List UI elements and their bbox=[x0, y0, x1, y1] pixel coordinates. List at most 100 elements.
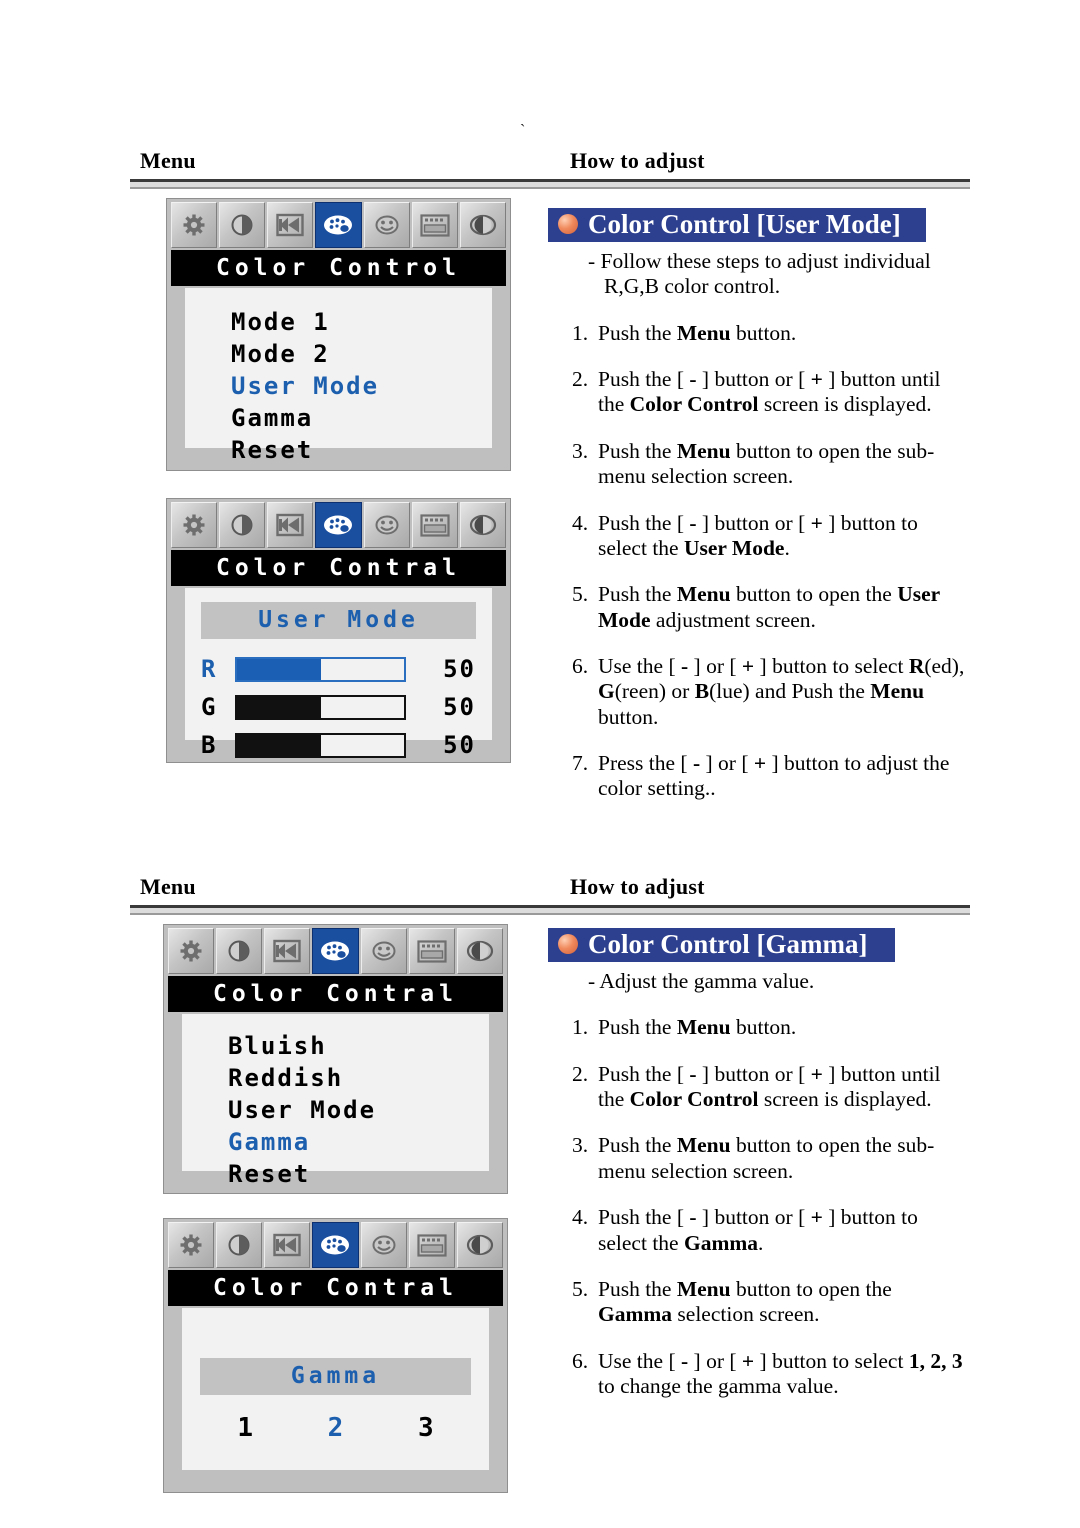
list-item[interactable]: Bluish bbox=[228, 1034, 489, 1066]
step-text: Push the [ - ] button or [ + ] button to… bbox=[598, 1205, 918, 1255]
step-item: 7. Press the [ - ] or [ + ] button to adj… bbox=[572, 751, 967, 802]
osd-section-heading: User Mode bbox=[201, 602, 476, 639]
osd-content: Bluish Reddish User Mode Gamma Reset bbox=[182, 1014, 489, 1186]
smiley-icon[interactable] bbox=[360, 1222, 407, 1268]
menu-column-label: Menu bbox=[140, 148, 196, 173]
position-icon[interactable] bbox=[264, 1222, 311, 1268]
osd-panel-color-control-gamma-list: Color Contral Bluish Reddish User Mode G… bbox=[163, 924, 508, 1194]
osd-box-icon[interactable] bbox=[408, 1222, 455, 1268]
osd-menu-list[interactable]: Mode 1 Mode 2 User Mode Gamma Reset bbox=[231, 310, 492, 470]
slider-row-red[interactable]: R 50 bbox=[201, 655, 476, 683]
osd-title: Color Contral bbox=[168, 976, 503, 1012]
step-text: Use the [ - ] or [ + ] button to select … bbox=[598, 653, 965, 729]
slider-channel-label: G bbox=[201, 693, 216, 721]
step-number: 7. bbox=[572, 751, 589, 776]
step-item: 2. Push the [ - ] button or [ + ] button … bbox=[572, 367, 967, 418]
sharpness-icon[interactable] bbox=[459, 202, 506, 248]
list-item[interactable]: Mode 2 bbox=[231, 342, 492, 374]
palette-icon[interactable] bbox=[315, 202, 362, 248]
slider-row-blue[interactable]: B 50 bbox=[201, 731, 476, 759]
header-rule bbox=[130, 905, 970, 915]
smiley-icon[interactable] bbox=[363, 502, 410, 548]
contrast-icon[interactable] bbox=[216, 1222, 263, 1268]
osd-icon-row[interactable] bbox=[168, 1222, 503, 1268]
osd-icon-row[interactable] bbox=[171, 202, 506, 248]
osd-box-icon[interactable] bbox=[411, 502, 458, 548]
steps-list: 1. Push the Menu button. 2. Push the [ - ]… bbox=[572, 321, 967, 802]
brightness-icon[interactable] bbox=[171, 502, 218, 548]
list-item[interactable]: User Mode bbox=[228, 1098, 489, 1130]
brightness-icon[interactable] bbox=[171, 202, 218, 248]
slider-row-green[interactable]: G 50 bbox=[201, 693, 476, 721]
osd-menu-list[interactable]: Bluish Reddish User Mode Gamma Reset bbox=[228, 1034, 489, 1194]
osd-icon-row[interactable] bbox=[171, 502, 506, 548]
osd-box-icon[interactable] bbox=[411, 202, 458, 248]
step-number: 5. bbox=[572, 1276, 589, 1301]
steps-user-mode: - Follow these steps to adjust individua… bbox=[572, 243, 967, 802]
section-banner-user-mode: Color Control [User Mode] bbox=[548, 208, 926, 242]
list-item[interactable]: Gamma bbox=[231, 406, 492, 438]
slider-track[interactable] bbox=[235, 694, 406, 720]
osd-panel-color-control-list: Color Control Mode 1 Mode 2 User Mode Ga… bbox=[166, 198, 511, 471]
step-number: 3. bbox=[572, 438, 589, 463]
step-number: 2. bbox=[572, 1061, 589, 1086]
sharpness-icon[interactable] bbox=[456, 1222, 503, 1268]
step-number: 4. bbox=[572, 510, 589, 535]
osd-box-icon[interactable] bbox=[408, 928, 455, 974]
intro-note: - Adjust the gamma value. bbox=[588, 969, 815, 993]
list-item[interactable]: Reset bbox=[228, 1162, 489, 1194]
list-item[interactable]: Reset bbox=[231, 438, 492, 470]
osd-title: Color Contral bbox=[168, 1270, 503, 1306]
osd-content: Mode 1 Mode 2 User Mode Gamma Reset bbox=[185, 288, 492, 462]
step-item: 1. Push the Menu button. bbox=[572, 321, 967, 346]
list-item[interactable]: Reddish bbox=[228, 1066, 489, 1098]
position-icon[interactable] bbox=[264, 928, 311, 974]
step-text: Push the Menu button to open the sub-men… bbox=[598, 1133, 935, 1183]
brightness-icon[interactable] bbox=[168, 1222, 215, 1268]
step-number: 5. bbox=[572, 582, 589, 607]
gamma-options[interactable]: 1 2 3 bbox=[200, 1413, 471, 1443]
step-number: 6. bbox=[572, 653, 589, 678]
contrast-icon[interactable] bbox=[219, 202, 266, 248]
step-item: 5. Push the Menu button to open the User … bbox=[572, 582, 967, 633]
position-icon[interactable] bbox=[267, 202, 314, 248]
brightness-icon[interactable] bbox=[168, 928, 215, 974]
step-item: 4. Push the [ - ] button or [ + ] button … bbox=[572, 511, 967, 562]
contrast-icon[interactable] bbox=[216, 928, 263, 974]
sharpness-icon[interactable] bbox=[459, 502, 506, 548]
list-item[interactable]: Mode 1 bbox=[231, 310, 492, 342]
osd-icon-row[interactable] bbox=[168, 928, 503, 974]
sharpness-icon[interactable] bbox=[456, 928, 503, 974]
steps-list: 1. Push the Menu button. 2. Push the [ - ]… bbox=[572, 1015, 967, 1399]
smiley-icon[interactable] bbox=[360, 928, 407, 974]
step-item: 4. Push the [ - ] button or [ + ] button … bbox=[572, 1205, 967, 1256]
steps-gamma: - Adjust the gamma value. 1. Push the Men… bbox=[572, 963, 967, 1399]
list-item-selected[interactable]: Gamma bbox=[228, 1130, 489, 1162]
step-text: Use the [ - ] or [ + ] button to select … bbox=[598, 1348, 963, 1398]
osd-title: Color Control bbox=[171, 250, 506, 286]
slider-track[interactable] bbox=[235, 732, 406, 758]
gamma-option[interactable]: 1 bbox=[200, 1413, 290, 1443]
osd-content: Gamma 1 2 3 bbox=[182, 1308, 489, 1470]
step-number: 2. bbox=[572, 367, 589, 392]
palette-icon[interactable] bbox=[315, 502, 362, 548]
gamma-option[interactable]: 3 bbox=[381, 1413, 471, 1443]
step-text: Push the Menu button. bbox=[598, 320, 797, 345]
bullet-sphere-icon bbox=[558, 934, 578, 954]
osd-section-heading: Gamma bbox=[200, 1358, 471, 1395]
gamma-option-selected[interactable]: 2 bbox=[290, 1413, 380, 1443]
slider-track[interactable] bbox=[235, 656, 406, 682]
position-icon[interactable] bbox=[267, 502, 314, 548]
palette-icon[interactable] bbox=[312, 928, 359, 974]
step-text: Push the [ - ] button or [ + ] button un… bbox=[598, 1061, 941, 1112]
stray-tick-mark: ` bbox=[520, 122, 526, 139]
intro-note: - Follow these steps to adjust individua… bbox=[588, 249, 931, 299]
palette-icon[interactable] bbox=[312, 1222, 359, 1268]
step-text: Push the [ - ] button or [ + ] button un… bbox=[598, 367, 941, 417]
list-item-selected[interactable]: User Mode bbox=[231, 374, 492, 406]
step-number: 1. bbox=[572, 320, 589, 345]
osd-panel-gamma-select: Color Contral Gamma 1 2 3 bbox=[163, 1218, 508, 1493]
smiley-icon[interactable] bbox=[363, 202, 410, 248]
contrast-icon[interactable] bbox=[219, 502, 266, 548]
slider-channel-label: R bbox=[201, 655, 216, 683]
